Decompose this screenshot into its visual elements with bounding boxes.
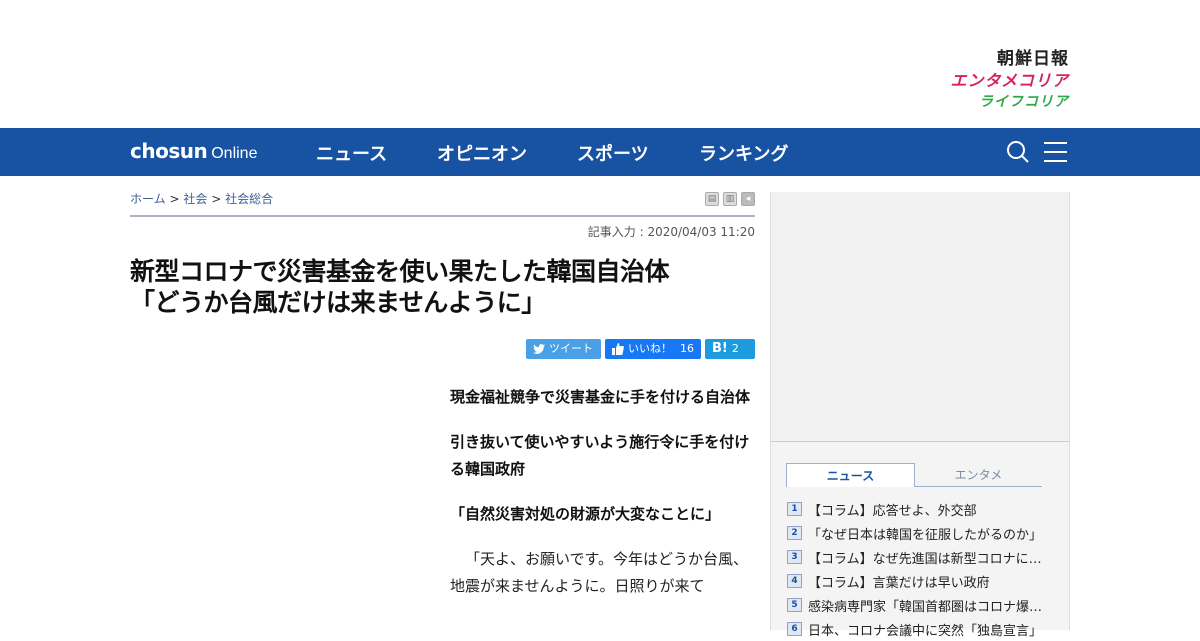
hatena-label: B! xyxy=(712,341,728,356)
main-navbar: chosun Online ニュース オピニオン スポーツ ランキング xyxy=(0,128,1200,176)
breadcrumb-sep: > xyxy=(169,192,180,206)
tweet-button[interactable]: ツイート xyxy=(526,339,601,359)
ranking-title: 【コラム】なぜ先進国は新型コロナに… xyxy=(808,551,1042,567)
site-logo-bold: chosun xyxy=(130,139,208,163)
brand-entame-link[interactable]: エンタメコリア xyxy=(950,67,1069,91)
article-title: 新型コロナで災害基金を使い果たした韓国自治体 「どうか台風だけは来ませんように」 xyxy=(130,256,755,318)
ranking-item[interactable]: 6 日本、コロナ会議中に突然「独島宣言」 xyxy=(787,617,1051,641)
ranking-title: 日本、コロナ会議中に突然「独島宣言」 xyxy=(808,623,1043,639)
ranking-title: 感染病専門家「韓国首都圏はコロナ爆… xyxy=(808,599,1043,615)
ranking-number: 6 xyxy=(787,622,802,636)
breadcrumb-home[interactable]: ホーム xyxy=(130,192,166,206)
like-button[interactable]: いいね！ 16 xyxy=(605,339,701,359)
ranking-item[interactable]: 3 【コラム】なぜ先進国は新型コロナに… xyxy=(787,545,1051,569)
sidebar: ニュース エンタメ 1 【コラム】応答せよ、外交部 2 「なぜ日本は韓国を征服したが… xyxy=(770,192,1070,639)
nav-item-news[interactable]: ニュース xyxy=(316,140,387,166)
like-label: いいね！ xyxy=(628,342,672,355)
article-subhead: 引き抜いて使いやすいよう施行令に手を付ける韓国政府 xyxy=(450,433,750,478)
article-subhead: 現金福祉競争で災害基金に手を付ける自治体 xyxy=(450,388,751,406)
article-dateline: 記事入力 : 2020/04/03 11:20 xyxy=(587,225,755,239)
ranking-item[interactable]: 2 「なぜ日本は韓国を征服したがるのか」 xyxy=(787,521,1051,545)
ranking-number: 3 xyxy=(787,550,802,564)
brand-links: 朝鮮日報 エンタメコリア ライフコリア xyxy=(950,44,1069,110)
twitter-bird-icon xyxy=(533,343,545,354)
ranking-number: 5 xyxy=(787,598,802,612)
ranking-item[interactable]: 1 【コラム】応答せよ、外交部 xyxy=(787,497,1051,521)
ranking-title: 「なぜ日本は韓国を征服したがるのか」 xyxy=(808,527,1043,543)
breadcrumb-society-general[interactable]: 社会総合 xyxy=(225,192,273,206)
ranking-item[interactable]: 5 感染病専門家「韓国首都圏はコロナ爆… xyxy=(787,593,1051,617)
ad-slot xyxy=(771,192,1069,442)
ranking-tabs: ニュース エンタメ xyxy=(786,463,1042,487)
share-buttons: ツイート いいね！ 16 B! 2 xyxy=(526,339,755,359)
nav-item-ranking[interactable]: ランキング xyxy=(699,140,788,166)
ranking-number: 1 xyxy=(787,502,802,516)
article-subhead: 「自然災害対処の財源が大変なことに」 xyxy=(450,505,721,523)
article-title-line1: 新型コロナで災害基金を使い果たした韓国自治体 xyxy=(130,257,670,286)
article-paragraph: 「天よ、お願いです。今年はどうか台風、地震が来ませんように。日照りが来て xyxy=(450,550,749,595)
article-tools: ▤ ▥ ◂ xyxy=(705,192,755,206)
tweet-label: ツイート xyxy=(549,342,593,355)
print-icon[interactable]: ▤ xyxy=(705,192,719,206)
site-logo[interactable]: chosun Online xyxy=(130,139,257,163)
thumbs-up-icon xyxy=(612,343,624,355)
tab-entame[interactable]: エンタメ xyxy=(915,463,1042,487)
brand-chosun-link[interactable]: 朝鮮日報 xyxy=(950,44,1069,69)
menu-icon[interactable] xyxy=(1044,140,1067,168)
nav-item-sports[interactable]: スポーツ xyxy=(577,140,649,166)
ranking-number: 2 xyxy=(787,526,802,540)
ranking-list: 1 【コラム】応答せよ、外交部 2 「なぜ日本は韓国を征服したがるのか」 3 【コラム… xyxy=(787,497,1051,641)
site-logo-light: Online xyxy=(211,145,258,162)
brand-life-link[interactable]: ライフコリア xyxy=(950,91,1069,110)
text-size-icon[interactable]: ▥ xyxy=(723,192,737,206)
ranking-title: 【コラム】応答せよ、外交部 xyxy=(808,503,977,519)
ranking-number: 4 xyxy=(787,574,802,588)
ranking-item[interactable]: 4 【コラム】言葉だけは早い政府 xyxy=(787,569,1051,593)
article-title-line2: 「どうか台風だけは来ませんように」 xyxy=(130,288,546,317)
breadcrumb: ホーム > 社会 > 社会総合 xyxy=(130,190,273,207)
breadcrumb-sep: > xyxy=(211,192,222,206)
article-body: 現金福祉競争で災害基金に手を付ける自治体 引き抜いて使いやすいよう施行令に手を付… xyxy=(450,384,755,600)
tab-news[interactable]: ニュース xyxy=(786,463,915,487)
top-header: 朝鮮日報 エンタメコリア ライフコリア xyxy=(0,0,1200,128)
ranking-title: 【コラム】言葉だけは早い政府 xyxy=(808,575,990,591)
divider xyxy=(130,215,755,217)
search-icon[interactable] xyxy=(1006,140,1030,168)
nav-item-opinion[interactable]: オピニオン xyxy=(437,140,527,166)
like-count: 16 xyxy=(680,342,694,355)
back-icon[interactable]: ◂ xyxy=(741,192,755,206)
hatena-count: 2 xyxy=(731,342,739,355)
breadcrumb-society[interactable]: 社会 xyxy=(183,192,207,206)
hatena-bookmark-button[interactable]: B! 2 xyxy=(705,339,755,359)
